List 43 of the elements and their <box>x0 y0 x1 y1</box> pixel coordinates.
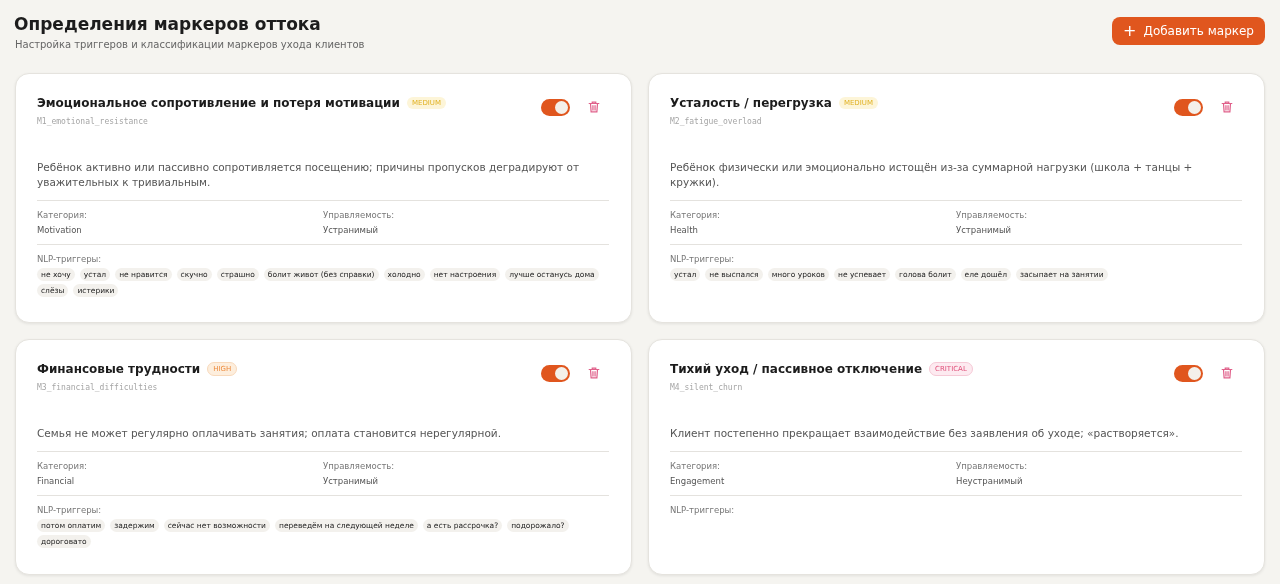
toggle-switch[interactable] <box>1174 98 1203 116</box>
marker-code: M2_fatigue_overload <box>670 117 763 126</box>
marker-title: Финансовые трудности <box>37 362 201 376</box>
toggle-switch[interactable] <box>541 98 570 116</box>
marker-code: M4_silent_churn <box>670 383 744 392</box>
category-value: Health <box>670 225 699 235</box>
marker-description: Ребёнок активно или пассивно сопротивляется посещению; причины пропусков деградируют от уважительных к тривиальным. <box>37 160 609 201</box>
marker-title: Эмоциональное сопротивление и потеря мотивации <box>37 96 400 110</box>
category-label: Категория: <box>670 461 721 471</box>
controllability-value: Устранимый <box>323 476 380 486</box>
triggers-label: NLP-триггеры: <box>37 254 103 264</box>
controllability-value: Неустранимый <box>956 476 1024 486</box>
category-value: Financial <box>37 476 76 486</box>
trash-icon[interactable] <box>587 100 601 114</box>
marker-description: Клиент постепенно прекращает взаимодействие без заявления об уходе; «растворяется». <box>670 426 1242 452</box>
controllability-label: Управляемость: <box>323 461 396 471</box>
marker-code: M1_emotional_resistance <box>37 117 149 126</box>
trash-icon[interactable] <box>1220 100 1234 114</box>
marker-title: Тихий уход / пассивное отключение <box>670 362 923 376</box>
triggers-label: NLP-триггеры: <box>670 254 736 264</box>
marker-title: Усталость / перегрузка <box>670 96 832 110</box>
page-title: Определения маркеров оттока <box>14 14 322 34</box>
toggle-switch[interactable] <box>541 364 570 382</box>
category-label: Категория: <box>37 210 88 220</box>
controllability-label: Управляемость: <box>956 210 1029 220</box>
trash-icon[interactable] <box>1220 366 1234 380</box>
marker-code: M3_financial_difficulties <box>37 383 159 392</box>
triggers-label: NLP-триггеры: <box>37 505 103 515</box>
marker-description: Ребёнок физически или эмоционально истощён из-за суммарной нагрузки (школа + танцы + кружки). <box>670 160 1242 201</box>
controllability-value: Устранимый <box>323 225 380 235</box>
category-value: Engagement <box>670 476 726 486</box>
controllability-label: Управляемость: <box>956 461 1029 471</box>
add-marker-button[interactable]: + Добавить маркер <box>1112 17 1265 45</box>
category-value: Motivation <box>37 225 83 235</box>
page-subtitle: Настройка триггеров и классификации маркеров ухода клиентов <box>15 39 365 50</box>
toggle-switch[interactable] <box>1174 364 1203 382</box>
controllability-value: Устранимый <box>956 225 1013 235</box>
controllability-label: Управляемость: <box>323 210 396 220</box>
category-label: Категория: <box>670 210 721 220</box>
category-label: Категория: <box>37 461 88 471</box>
triggers-label: NLP-триггеры: <box>670 505 736 515</box>
marker-description: Семья не может регулярно оплачивать занятия; оплата становится нерегулярной. <box>37 426 609 452</box>
trash-icon[interactable] <box>587 366 601 380</box>
